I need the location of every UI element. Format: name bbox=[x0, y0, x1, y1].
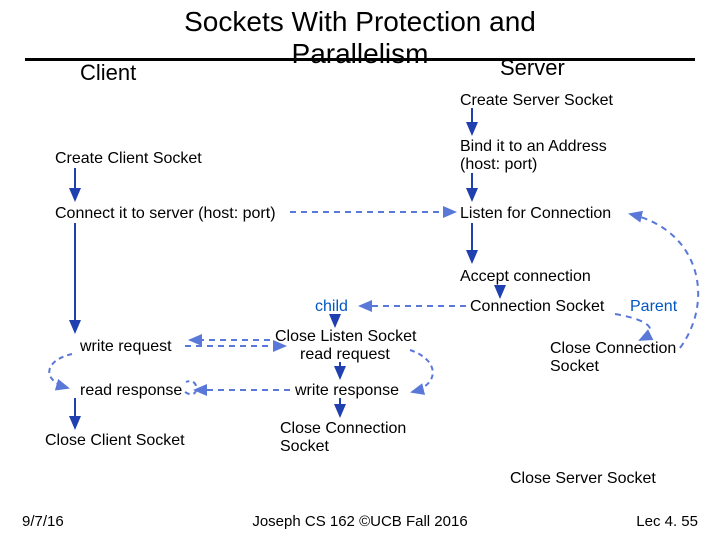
child-close-conn-line2: Socket bbox=[280, 438, 329, 456]
title-line2: Parallelism bbox=[292, 38, 429, 69]
client-close: Close Client Socket bbox=[45, 432, 185, 450]
client-write-request: write request bbox=[80, 338, 172, 356]
server-close-conn-line1: Close Connection bbox=[550, 340, 676, 358]
client-create: Create Client Socket bbox=[55, 150, 202, 168]
child-close-conn-line1: Close Connection bbox=[280, 420, 406, 438]
footer-center: Joseph CS 162 ©UCB Fall 2016 bbox=[0, 513, 720, 530]
child-close-listen-line2: read request bbox=[300, 346, 390, 364]
title-line1: Sockets With Protection and bbox=[184, 6, 536, 37]
server-bind-line1: Bind it to an Address bbox=[460, 138, 607, 156]
child-label: child bbox=[315, 298, 348, 316]
server-close-conn-line2: Socket bbox=[550, 358, 599, 376]
parent-label: Parent bbox=[630, 298, 677, 316]
server-bind-line2: (host: port) bbox=[460, 156, 537, 174]
server-accept: Accept connection bbox=[460, 268, 591, 286]
client-connect: Connect it to server (host: port) bbox=[55, 205, 276, 223]
child-close-listen-line1: Close Listen Socket bbox=[275, 328, 416, 346]
child-write-response: write response bbox=[295, 382, 399, 400]
client-read-response: read response bbox=[80, 382, 182, 400]
footer-right: Lec 4. 55 bbox=[636, 513, 698, 530]
server-header: Server bbox=[500, 55, 565, 81]
server-close-server-socket: Close Server Socket bbox=[510, 470, 656, 488]
server-connection-socket: Connection Socket bbox=[470, 298, 604, 316]
client-header: Client bbox=[80, 60, 136, 86]
server-listen: Listen for Connection bbox=[460, 205, 611, 223]
server-create: Create Server Socket bbox=[460, 92, 613, 110]
